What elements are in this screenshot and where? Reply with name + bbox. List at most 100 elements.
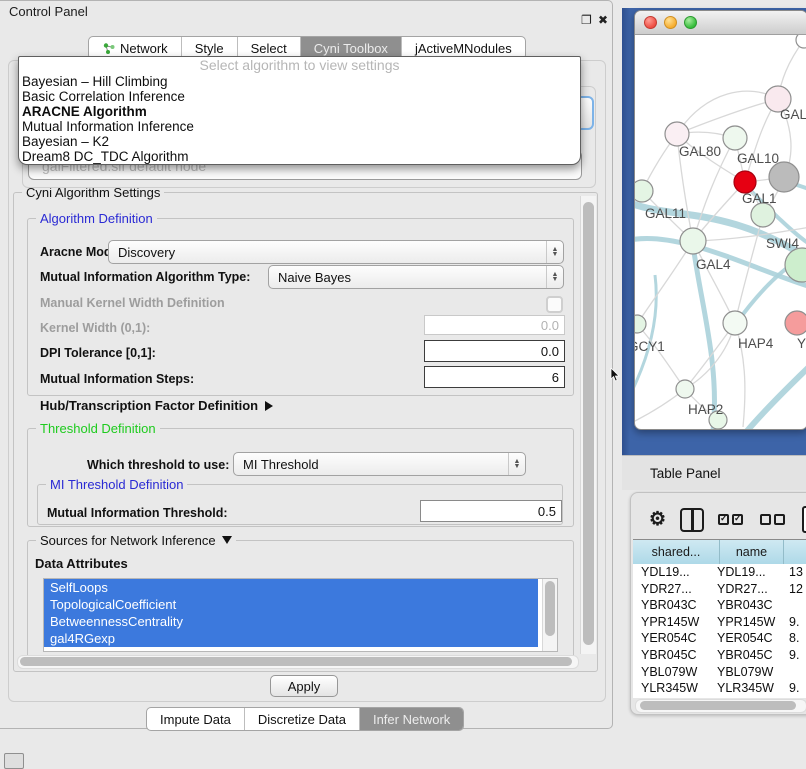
- dropdown-item[interactable]: Dream8 DC_TDC Algorithm: [19, 149, 580, 164]
- tab-infer-network[interactable]: Infer Network: [359, 708, 463, 730]
- mi-algorithm-type-combo[interactable]: Naive Bayes ▲▼: [268, 265, 564, 289]
- select-all-columns-icon[interactable]: [718, 514, 746, 525]
- network-tab-icon: [102, 42, 115, 55]
- network-window-titlebar: [635, 11, 806, 35]
- table-panel-title: Table Panel: [650, 466, 721, 481]
- network-node[interactable]: [796, 35, 806, 48]
- dropdown-item[interactable]: Basic Correlation Inference: [19, 89, 580, 104]
- zoom-traffic-light[interactable]: [684, 16, 697, 29]
- table-row[interactable]: YBL079WYBL079W: [633, 664, 806, 681]
- cyni-bottom-tabbar: Impute Data Discretize Data Infer Networ…: [146, 707, 464, 731]
- table-row[interactable]: YER054CYER054C8.: [633, 630, 806, 647]
- node-label: HAP4: [738, 336, 774, 351]
- network-node-gal11[interactable]: [635, 180, 653, 202]
- list-scrollbar-thumb[interactable]: [545, 581, 555, 636]
- network-node-gal80[interactable]: [665, 122, 689, 146]
- node-label: SWI4: [766, 236, 799, 251]
- network-node-highlighted[interactable]: [734, 171, 756, 193]
- column-header-name[interactable]: name: [720, 540, 784, 564]
- algorithm-dropdown-popup: Select algorithm to view settings Bayesi…: [18, 56, 581, 165]
- node-label: GAL11: [645, 206, 686, 221]
- mi-steps-label: Mutual Information Steps:: [40, 372, 194, 386]
- settings-scrollbar-thumb[interactable]: [583, 202, 594, 645]
- list-item-selected[interactable]: gal4RGexp: [44, 630, 538, 647]
- mi-threshold-group-title: MI Threshold Definition: [46, 477, 187, 492]
- close-window-icon[interactable]: ✖: [598, 8, 608, 32]
- minimize-traffic-light[interactable]: [664, 16, 677, 29]
- list-scrollbar-track[interactable]: [542, 579, 557, 651]
- settings-hscrollbar-track[interactable]: [17, 655, 579, 669]
- node-label: GAL4: [696, 257, 731, 272]
- network-view-window: GAL GAL80 GAL10 GAL1 GAL11 SWI4 GAL4 GCY…: [634, 10, 806, 430]
- network-node[interactable]: [785, 311, 806, 335]
- table-hscrollbar-track[interactable]: [635, 699, 806, 713]
- table-row[interactable]: YBR043CYBR043C: [633, 597, 806, 614]
- network-node-swi4[interactable]: [751, 203, 775, 227]
- network-node[interactable]: [769, 162, 799, 192]
- network-node-gal4[interactable]: [680, 228, 706, 254]
- table-row[interactable]: YDL19...YDL19...13: [633, 564, 806, 581]
- apply-button[interactable]: Apply: [270, 675, 338, 697]
- which-threshold-label: Which threshold to use:: [87, 458, 229, 472]
- table-panel-window: ⚙ shared... name YDL19...YDL19...13 YDR2…: [630, 492, 806, 715]
- column-header-shared-name[interactable]: shared...: [633, 540, 720, 564]
- network-node-gcy1[interactable]: [635, 315, 646, 333]
- table-row[interactable]: YDR27...YDR27...12: [633, 581, 806, 598]
- node-label: GAL80: [679, 144, 721, 159]
- kernel-width-label: Kernel Width (0,1):: [40, 321, 150, 335]
- node-label: HAP2: [688, 402, 723, 417]
- collapsed-arrow-icon: [265, 401, 273, 411]
- tab-impute-data[interactable]: Impute Data: [147, 708, 244, 730]
- table-row[interactable]: YPR145WYPR145W9.: [633, 614, 806, 631]
- list-item-selected[interactable]: TopologicalCoefficient: [44, 596, 538, 613]
- mi-threshold-input[interactable]: [420, 500, 562, 522]
- table-settings-gear-icon[interactable]: ⚙: [649, 508, 666, 531]
- node-label: GAL10: [737, 151, 779, 166]
- table-row[interactable]: YIL052CYIL052C9.: [633, 697, 806, 698]
- dropdown-item-selected[interactable]: ARACNE Algorithm: [19, 104, 580, 119]
- hub-section-toggle[interactable]: Hub/Transcription Factor Definition: [40, 398, 273, 413]
- combo-stepper-icon: ▲▼: [546, 266, 563, 288]
- manual-kernel-checkbox: [546, 296, 563, 313]
- mi-steps-input[interactable]: [424, 366, 565, 388]
- mi-threshold-label: Mutual Information Threshold:: [47, 506, 228, 520]
- control-panel-title: Control Panel: [9, 4, 88, 19]
- dropdown-item[interactable]: Bayesian – K2: [19, 134, 580, 149]
- table-hscrollbar-thumb[interactable]: [640, 701, 796, 710]
- settings-scrollbar-track[interactable]: [580, 196, 596, 654]
- network-graph[interactable]: GAL GAL80 GAL10 GAL1 GAL11 SWI4 GAL4 GCY…: [635, 35, 806, 429]
- aracne-mode-combo[interactable]: Discovery ▲▼: [108, 240, 564, 264]
- desktop: { "window": { "title": "Control Panel", …: [0, 0, 806, 762]
- kernel-width-input: [424, 315, 565, 335]
- data-attributes-list: SelfLoops TopologicalCoefficient Between…: [43, 578, 558, 652]
- column-header-cut[interactable]: [784, 540, 806, 564]
- tab-discretize-data[interactable]: Discretize Data: [244, 708, 359, 730]
- sources-group-title[interactable]: Sources for Network Inference: [36, 533, 236, 548]
- deselect-all-columns-icon[interactable]: [760, 514, 788, 525]
- mouse-cursor-icon: [610, 368, 620, 382]
- settings-hscrollbar-thumb[interactable]: [20, 657, 572, 666]
- table-row[interactable]: YBR045CYBR045C9.: [633, 647, 806, 664]
- dpi-tolerance-input[interactable]: [424, 340, 565, 362]
- which-threshold-combo[interactable]: MI Threshold ▲▼: [233, 452, 526, 476]
- list-item-selected[interactable]: BetweennessCentrality: [44, 613, 538, 630]
- dropdown-placeholder: Select algorithm to view settings: [19, 57, 580, 74]
- expanded-arrow-icon: [222, 536, 232, 544]
- float-window-icon[interactable]: ❐: [581, 8, 592, 32]
- table-row[interactable]: YLR345WYLR345W9.: [633, 680, 806, 697]
- close-traffic-light[interactable]: [644, 16, 657, 29]
- dropdown-item[interactable]: Bayesian – Hill Climbing: [19, 74, 580, 89]
- network-node-hap4[interactable]: [723, 311, 747, 335]
- network-node-hap2[interactable]: [676, 380, 694, 398]
- node-label: GAL1: [742, 191, 777, 206]
- list-item-selected[interactable]: SelfLoops: [44, 579, 538, 596]
- dock-icon[interactable]: [4, 753, 24, 769]
- combo-stepper-icon: ▲▼: [546, 241, 563, 263]
- dpi-tolerance-label: DPI Tolerance [0,1]:: [40, 346, 156, 360]
- algorithm-definition-title: Algorithm Definition: [36, 211, 157, 226]
- show-columns-icon[interactable]: [680, 508, 704, 532]
- export-table-icon[interactable]: [802, 506, 806, 533]
- network-node-gal10[interactable]: [723, 126, 747, 150]
- dropdown-item[interactable]: Mutual Information Inference: [19, 119, 580, 134]
- control-panel-titlebar: Control Panel: [0, 0, 612, 24]
